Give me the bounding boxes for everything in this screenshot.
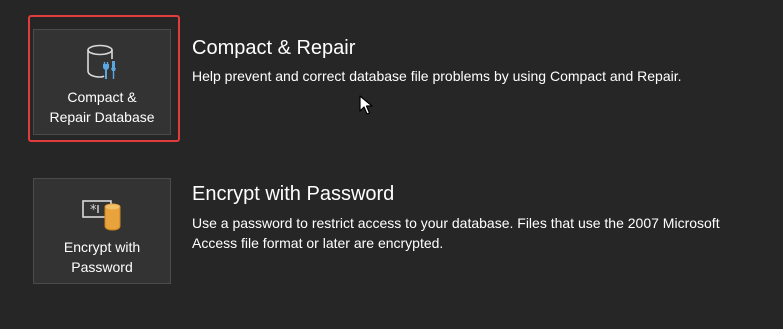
encrypt-password-title: Encrypt with Password	[192, 183, 395, 205]
compact-repair-label: Compact & Repair Database	[49, 89, 155, 125]
compact-repair-description: Help prevent and correct database file p…	[192, 68, 682, 84]
encrypt-password-button[interactable]: * Encrypt with Password	[33, 178, 171, 284]
compact-repair-title: Compact & Repair	[192, 37, 356, 59]
password-database-icon: *	[82, 200, 121, 231]
svg-text:*: *	[90, 203, 97, 218]
encrypt-password-description: Use a password to restrict access to you…	[192, 215, 720, 251]
database-wrench-icon	[87, 44, 116, 79]
arrow-cursor-icon	[359, 95, 373, 115]
compact-repair-button[interactable]: Compact & Repair Database	[33, 29, 171, 135]
encrypt-password-label: Encrypt with Password	[63, 239, 141, 275]
